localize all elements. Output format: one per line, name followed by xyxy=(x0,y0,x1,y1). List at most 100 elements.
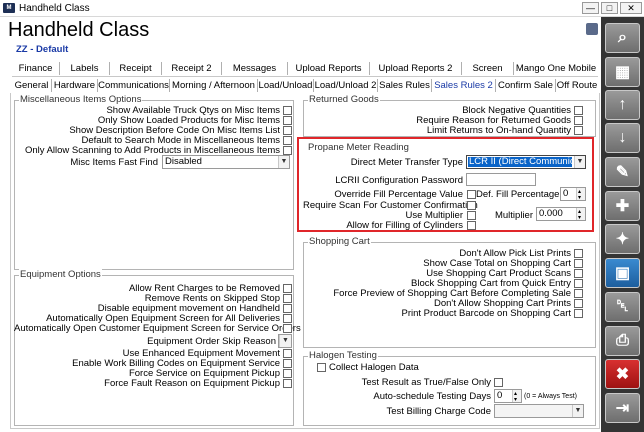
grid-icon: ▦ xyxy=(614,64,631,81)
tab-row-2: General Hardware Communications Morning … xyxy=(12,79,598,92)
arrow-up-icon: ↑ xyxy=(618,96,627,113)
only-allow-scanning-checkbox[interactable] xyxy=(283,146,292,155)
show-available-truck-qtys-checkbox[interactable] xyxy=(283,106,292,115)
close-button[interactable]: ✕ xyxy=(620,2,642,14)
checkbox-label: Limit Returns to On-hand Quantity xyxy=(426,125,571,136)
skip-reason-label: Equipment Order Skip Reason xyxy=(147,336,276,347)
auto-days-label: Auto-schedule Testing Days xyxy=(373,391,491,402)
enable-work-billing-codes-checkbox[interactable] xyxy=(283,359,292,368)
tab-upload-reports[interactable]: Upload Reports xyxy=(288,62,370,75)
delete-button[interactable]: ␡ xyxy=(605,292,640,322)
grid-view-button[interactable]: ▦ xyxy=(605,57,640,87)
dont-allow-cart-prints-checkbox[interactable] xyxy=(574,299,583,308)
tab-load-unload[interactable]: Load/Unload xyxy=(258,79,314,92)
require-reason-returned-goods-checkbox[interactable] xyxy=(574,116,583,125)
auto-open-equipment-service-orders-checkbox[interactable] xyxy=(283,324,292,333)
search-icon: ⌕ xyxy=(618,29,627,46)
maximize-button[interactable]: □ xyxy=(601,2,618,14)
checkbox-label: Automatically Open Customer Equipment Sc… xyxy=(14,323,301,334)
use-product-scans-checkbox[interactable] xyxy=(574,269,583,278)
group-title: Shopping Cart xyxy=(308,236,371,247)
billing-charge-label: Test Billing Charge Code xyxy=(386,406,491,417)
logo-icon xyxy=(586,23,598,35)
checkbox-label: Print Product Barcode on Shopping Cart xyxy=(401,308,571,319)
tab-finance[interactable]: Finance xyxy=(12,62,60,75)
test-billing-charge-code-select[interactable]: ▼ xyxy=(494,404,584,418)
collect-halogen-label: Collect Halogen Data xyxy=(329,362,419,373)
force-preview-checkbox[interactable] xyxy=(574,289,583,298)
window-title: Handheld Class xyxy=(19,2,90,14)
page-title: Handheld Class xyxy=(8,19,150,41)
cancel-button[interactable]: ✖ xyxy=(605,359,640,389)
tab-screen[interactable]: Screen xyxy=(462,62,514,75)
allow-rent-charges-removed-checkbox[interactable] xyxy=(283,284,292,293)
edit-button[interactable]: ✎ xyxy=(605,157,640,187)
tab-general[interactable]: General xyxy=(12,79,52,92)
pencil-icon: ✎ xyxy=(615,164,630,181)
block-quick-entry-checkbox[interactable] xyxy=(574,279,583,288)
chevron-down-icon: ▼ xyxy=(278,156,289,168)
move-down-button[interactable]: ↓ xyxy=(605,123,640,153)
auto-days-value: 0 xyxy=(497,390,503,401)
misc-items-fast-find-select[interactable]: Disabled ▼ xyxy=(162,155,290,169)
fast-find-label: Misc Items Fast Find xyxy=(70,157,158,168)
auto-schedule-testing-days-input[interactable]: 0 xyxy=(494,388,522,406)
tab-row-1: Finance Labels Receipt Receipt 2 Message… xyxy=(12,62,598,75)
print-icon: ⎙ xyxy=(616,332,629,349)
tab-communications[interactable]: Communications xyxy=(98,79,170,92)
only-show-loaded-products-checkbox[interactable] xyxy=(283,116,292,125)
cancel-icon: ✖ xyxy=(615,366,630,383)
tab-messages[interactable]: Messages xyxy=(222,62,288,75)
window-titlebar: M Handheld Class — □ ✕ xyxy=(0,0,644,17)
search-button[interactable]: ⌕ xyxy=(605,23,640,53)
tab-labels[interactable]: Labels xyxy=(60,62,110,75)
group-title: Halogen Testing xyxy=(308,350,378,361)
spinner-arrows-icon[interactable] xyxy=(512,388,521,406)
true-false-label: Test Result as True/False Only xyxy=(361,377,491,388)
exit-icon: ⇥ xyxy=(615,400,630,417)
tab-receipt-2[interactable]: Receipt 2 xyxy=(162,62,222,75)
force-service-pickup-checkbox[interactable] xyxy=(283,369,292,378)
test-result-true-false-checkbox[interactable] xyxy=(494,378,503,387)
auto-open-equipment-deliveries-checkbox[interactable] xyxy=(283,314,292,323)
save-icon: ▣ xyxy=(614,265,631,282)
tab-sales-rules[interactable]: Sales Rules xyxy=(378,79,432,92)
class-name: ZZ - Default xyxy=(16,44,69,55)
new-item-button[interactable]: ✦ xyxy=(605,224,640,254)
tab-hardware[interactable]: Hardware xyxy=(52,79,98,92)
chevron-down-icon: ▼ xyxy=(279,335,291,347)
default-to-search-mode-checkbox[interactable] xyxy=(283,136,292,145)
highlight-frame xyxy=(297,137,594,232)
limit-returns-checkbox[interactable] xyxy=(574,126,583,135)
force-fault-reason-checkbox[interactable] xyxy=(283,379,292,388)
new-document-icon: ✚ xyxy=(615,198,630,215)
print-button[interactable]: ⎙ xyxy=(605,326,640,356)
block-negative-quantities-checkbox[interactable] xyxy=(574,106,583,115)
tab-receipt[interactable]: Receipt xyxy=(110,62,162,75)
collect-halogen-data-checkbox[interactable] xyxy=(317,363,326,372)
save-button[interactable]: ▣ xyxy=(605,258,640,288)
dont-allow-pick-list-prints-checkbox[interactable] xyxy=(574,249,583,258)
remove-rents-skipped-stop-checkbox[interactable] xyxy=(283,294,292,303)
header: Handheld Class xyxy=(0,17,600,41)
arrow-down-icon: ↓ xyxy=(618,129,627,146)
minimize-button[interactable]: — xyxy=(582,2,599,14)
fast-find-value: Disabled xyxy=(165,156,202,167)
disable-equipment-movement-checkbox[interactable] xyxy=(283,304,292,313)
show-description-before-code-checkbox[interactable] xyxy=(283,126,292,135)
tab-load-unload-2[interactable]: Load/Unload 2 xyxy=(314,79,378,92)
print-product-barcode-checkbox[interactable] xyxy=(574,309,583,318)
equipment-skip-reason-select[interactable]: ▼ xyxy=(278,334,292,348)
checkbox-label: Force Fault Reason on Equipment Pickup xyxy=(104,378,280,389)
exit-button[interactable]: ⇥ xyxy=(605,393,640,423)
tab-morning-afternoon[interactable]: Morning / Afternoon xyxy=(170,79,258,92)
tab-upload-reports-2[interactable]: Upload Reports 2 xyxy=(370,62,462,75)
tab-off-route[interactable]: Off Route xyxy=(556,79,598,92)
new-button[interactable]: ✚ xyxy=(605,191,640,221)
move-up-button[interactable]: ↑ xyxy=(605,90,640,120)
tab-confirm-sale[interactable]: Confirm Sale xyxy=(496,79,556,92)
tab-mango-one-mobile[interactable]: Mango One Mobile xyxy=(514,62,598,75)
tab-sales-rules-2[interactable]: Sales Rules 2 xyxy=(432,79,496,92)
use-enhanced-equipment-movement-checkbox[interactable] xyxy=(283,349,292,358)
show-case-total-checkbox[interactable] xyxy=(574,259,583,268)
